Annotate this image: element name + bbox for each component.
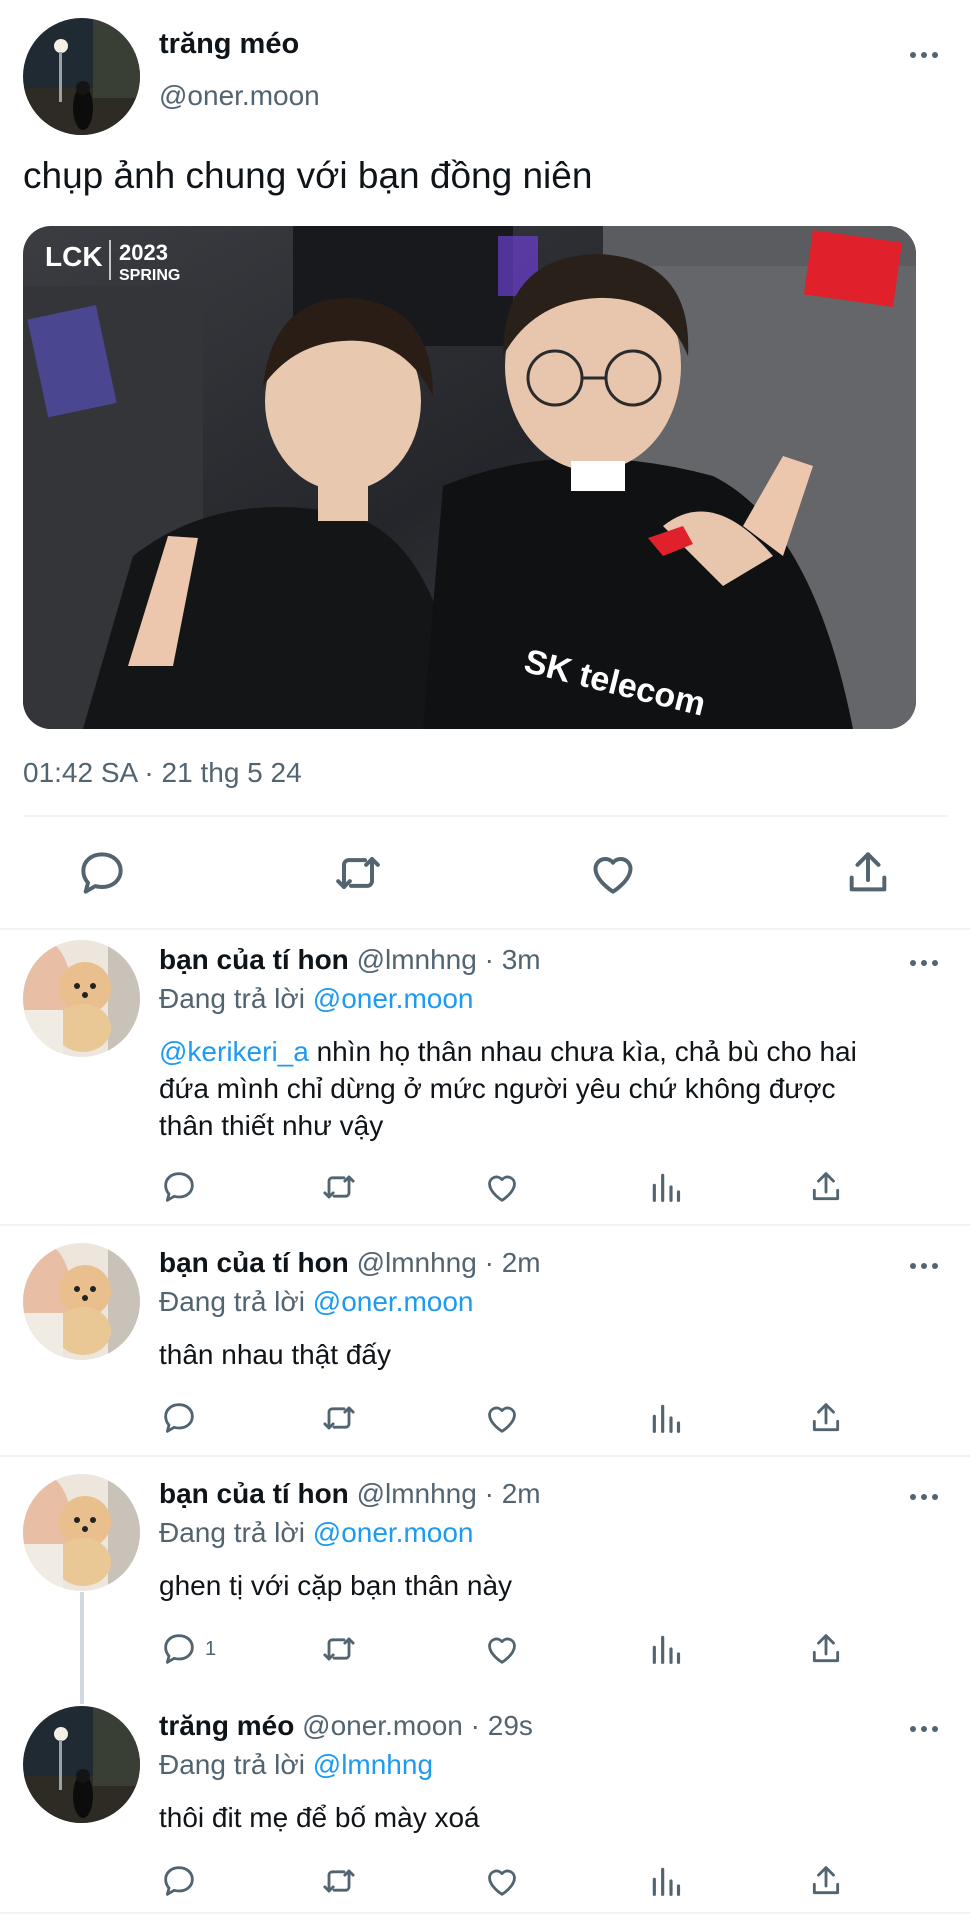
author-handle[interactable]: @lmnhng — [357, 1478, 477, 1509]
author-handle[interactable]: @oner.moon — [159, 80, 320, 112]
author-name[interactable]: bạn của tí hon — [159, 1247, 349, 1278]
more-options-icon[interactable] — [910, 1494, 938, 1500]
reply-header: trăng méo @oner.moon · 29s — [159, 1710, 533, 1742]
author-handle[interactable]: @lmnhng — [357, 944, 477, 975]
replying-to-link[interactable]: @oner.moon — [313, 983, 474, 1014]
avatar[interactable] — [23, 18, 140, 135]
reply-action-bar — [159, 1861, 859, 1901]
share-icon[interactable] — [806, 1629, 846, 1669]
separator-dot: · — [470, 1710, 480, 1741]
reply-header: bạn của tí hon @lmnhng · 3m — [159, 944, 541, 976]
divider — [0, 1912, 970, 1914]
share-icon[interactable] — [806, 1167, 846, 1207]
avatar[interactable] — [23, 1474, 140, 1591]
reply-time: 3m — [501, 944, 541, 975]
reply-time: 2m — [501, 1247, 541, 1278]
reply-icon[interactable] — [74, 845, 130, 901]
reply-time: 29s — [487, 1710, 533, 1741]
reply-text-line: thân thiết như vậy — [159, 1110, 384, 1141]
replying-prefix: Đang trả lời — [159, 1517, 305, 1548]
tweet-photo[interactable]: LCK 2023 SPRING SK telecom — [23, 226, 916, 729]
replying-prefix: Đang trả lời — [159, 1749, 305, 1780]
more-options-icon[interactable] — [910, 1726, 938, 1732]
author-handle[interactable]: @oner.moon — [302, 1710, 463, 1741]
reply-time: 2m — [501, 1478, 541, 1509]
share-icon[interactable] — [806, 1861, 846, 1901]
reply-count: 1 — [205, 1637, 217, 1660]
replying-to: Đang trả lời @lmnhng — [159, 1749, 433, 1781]
tweet-text: chụp ảnh chung với bạn đồng niên — [23, 155, 593, 196]
share-icon[interactable] — [806, 1398, 846, 1438]
retweet-icon[interactable] — [319, 1167, 359, 1207]
reply-text-line: nhìn họ thân nhau chưa kìa, chả bù cho h… — [308, 1036, 857, 1067]
reply-icon[interactable] — [159, 1861, 205, 1901]
retweet-icon[interactable] — [319, 1629, 359, 1669]
reply-header: bạn của tí hon @lmnhng · 2m — [159, 1478, 541, 1510]
replying-to-link[interactable]: @lmnhng — [313, 1749, 433, 1780]
like-icon[interactable] — [482, 1167, 522, 1207]
analytics-icon[interactable] — [646, 1398, 686, 1438]
lck-logo: LCK — [45, 241, 103, 272]
badge-year: 2023 — [119, 240, 168, 265]
reply-action-bar — [159, 1167, 859, 1207]
badge-season: SPRING — [119, 267, 180, 284]
analytics-icon[interactable] — [646, 1861, 686, 1901]
thread-connector — [80, 1592, 84, 1704]
more-options-icon[interactable] — [910, 52, 938, 58]
replying-to-link[interactable]: @oner.moon — [313, 1517, 474, 1548]
author-name[interactable]: trăng méo — [159, 28, 299, 61]
reply-action-bar — [159, 1398, 859, 1438]
retweet-icon[interactable] — [319, 1861, 359, 1901]
reply-icon[interactable]: 1 — [159, 1629, 216, 1669]
tweet-action-bar — [0, 845, 970, 901]
like-icon[interactable] — [482, 1629, 522, 1669]
reply-icon[interactable] — [159, 1398, 205, 1438]
author-name[interactable]: bạn của tí hon — [159, 944, 349, 975]
replying-prefix: Đang trả lời — [159, 1286, 305, 1317]
like-icon[interactable] — [482, 1861, 522, 1901]
retweet-icon[interactable] — [330, 845, 386, 901]
divider — [0, 1224, 970, 1226]
retweet-icon[interactable] — [319, 1398, 359, 1438]
author-handle[interactable]: @lmnhng — [357, 1247, 477, 1278]
like-icon[interactable] — [482, 1398, 522, 1438]
reply-text-line: đứa mình chỉ dừng ở mức người yêu chứ kh… — [159, 1073, 836, 1104]
reply-icon[interactable] — [159, 1167, 205, 1207]
share-icon[interactable] — [840, 845, 896, 901]
reply-text: @kerikeri_a nhìn họ thân nhau chưa kìa, … — [159, 1033, 949, 1144]
separator-dot: · — [484, 1247, 494, 1278]
divider — [0, 1455, 970, 1457]
like-icon[interactable] — [585, 845, 641, 901]
more-options-icon[interactable] — [910, 1263, 938, 1269]
divider — [23, 815, 947, 817]
replying-to: Đang trả lời @oner.moon — [159, 1286, 474, 1318]
separator-dot: · — [484, 944, 494, 975]
separator-dot: · — [484, 1478, 494, 1509]
author-name[interactable]: trăng méo — [159, 1710, 294, 1741]
author-name[interactable]: bạn của tí hon — [159, 1478, 349, 1509]
reply-header: bạn của tí hon @lmnhng · 2m — [159, 1247, 541, 1279]
reply-text: thân nhau thật đấy — [159, 1339, 391, 1370]
analytics-icon[interactable] — [646, 1629, 686, 1669]
analytics-icon[interactable] — [646, 1167, 686, 1207]
avatar[interactable] — [23, 1243, 140, 1360]
divider — [0, 928, 970, 930]
reply-action-bar: 1 — [159, 1629, 859, 1669]
avatar[interactable] — [23, 940, 140, 1057]
replying-to: Đang trả lời @oner.moon — [159, 983, 474, 1015]
mention-link[interactable]: @kerikeri_a — [159, 1036, 309, 1067]
replying-to: Đang trả lời @oner.moon — [159, 1517, 474, 1549]
avatar[interactable] — [23, 1706, 140, 1823]
more-options-icon[interactable] — [910, 960, 938, 966]
replying-to-link[interactable]: @oner.moon — [313, 1286, 474, 1317]
reply-text: ghen tị với cặp bạn thân này — [159, 1570, 513, 1601]
replying-prefix: Đang trả lời — [159, 983, 305, 1014]
reply-text: thôi đit mẹ để bố mày xoá — [159, 1802, 480, 1833]
tweet-timestamp: 01:42 SA · 21 thg 5 24 — [23, 757, 302, 788]
